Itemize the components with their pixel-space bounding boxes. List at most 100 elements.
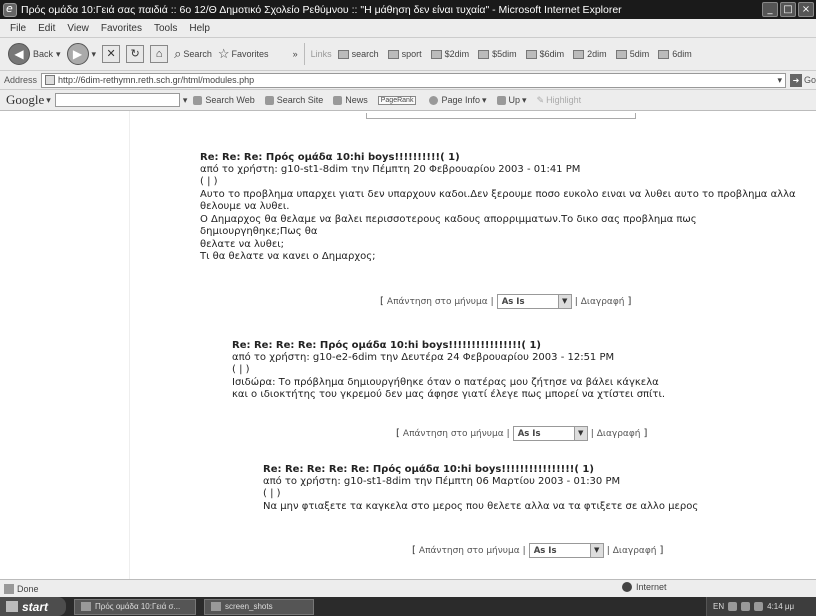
display-mode-select[interactable]: As Is ▼: [496, 294, 572, 309]
search-button[interactable]: ⌕ Search: [174, 46, 212, 62]
address-bar: Address http://6dim-rethymn.reth.sch.gr/…: [0, 71, 816, 90]
globe-icon: [622, 582, 632, 592]
address-input[interactable]: http://6dim-rethymn.reth.sch.gr/html/mod…: [41, 72, 786, 88]
link-2dim-dollar[interactable]: $2dim: [430, 49, 469, 59]
google-search-input[interactable]: [54, 93, 180, 107]
select-value: As Is: [517, 428, 541, 439]
previous-actions-row-cut: [366, 113, 636, 119]
link-5dim-dollar[interactable]: $5dim: [478, 49, 517, 59]
links-label: Links: [310, 49, 332, 59]
up-folder-icon: [496, 95, 506, 105]
home-button[interactable]: ⌂: [150, 45, 169, 63]
highlight-button[interactable]: ✎ Highlight: [537, 95, 582, 106]
task-label: screen_shots: [225, 602, 273, 611]
start-button[interactable]: start: [0, 597, 66, 616]
up-label: Up: [508, 95, 521, 105]
back-arrow-icon: ◀: [8, 43, 30, 65]
delete-link[interactable]: Διαγραφή: [613, 546, 657, 556]
separator: |: [522, 545, 526, 556]
tray-icon[interactable]: [741, 602, 751, 611]
address-dropdown-icon[interactable]: ▾: [777, 75, 782, 86]
back-dropdown-icon[interactable]: ▾: [56, 49, 61, 60]
folder-icon: [337, 49, 349, 59]
link-2dim[interactable]: 2dim: [573, 49, 607, 59]
tray-icon[interactable]: [728, 602, 738, 611]
forward-button[interactable]: ▶ ▾: [66, 43, 97, 65]
post-pipe: ( | ): [200, 176, 218, 187]
display-mode-select[interactable]: As Is ▼: [512, 426, 588, 441]
body-line: Ο Δημαρχος θα θελαμε να βαλει περισσοτερ…: [200, 213, 697, 238]
menu-edit[interactable]: Edit: [38, 23, 55, 34]
menu-favorites[interactable]: Favorites: [101, 23, 142, 34]
zone-label: Internet: [636, 582, 667, 592]
body-line: Ισιδώρα: Το πρόβλημα δημιουργήθηκε όταν …: [232, 377, 659, 388]
separator: |: [606, 545, 610, 556]
body-line: Τι θα θελατε να κανει ο Δημαρχος;: [200, 251, 376, 263]
post-subject[interactable]: Re: Re: Re: Re: Πρός ομάδα 10:hi boys!!!…: [232, 340, 792, 352]
link-6dim[interactable]: 6dim: [658, 49, 692, 59]
link-sport[interactable]: sport: [387, 49, 422, 59]
chevron-down-icon: ▼: [573, 427, 587, 440]
minimize-button[interactable]: _: [762, 2, 778, 17]
highlighter-icon: ✎: [536, 94, 545, 105]
taskbar-item-ie[interactable]: Πρός ομάδα 10:Γειά σ...: [74, 598, 196, 615]
separator: |: [590, 428, 594, 439]
go-button[interactable]: ➜ Go: [790, 73, 816, 87]
google-logo-dropdown-icon[interactable]: ▾: [46, 95, 51, 106]
link-5dim[interactable]: 5dim: [615, 49, 650, 59]
favorites-button[interactable]: ☆ Favorites: [218, 46, 269, 62]
post-body: Να μην φτιαξετε τα καγκελα στο μερος που…: [263, 501, 783, 513]
post-3-actions: [ Απάντηση στο μήνυμα | As Is ▼ | Διαγραφ…: [412, 543, 663, 558]
menu-tools[interactable]: Tools: [154, 23, 177, 34]
google-toolbar: Google ▾ ▾ Search Web Search Site News P…: [0, 90, 816, 111]
standard-toolbar: ◀ Back ▾ ▶ ▾ ✕ ↻ ⌂ ⌕ Search ☆ Favorites …: [0, 38, 816, 71]
select-value: As Is: [533, 545, 557, 556]
post-meta: από το χρήστη: g10-e2-6dim την Δευτέρα 2…: [232, 352, 615, 363]
link-label: 5dim: [629, 49, 650, 59]
page-icon: [573, 49, 585, 59]
maximize-button[interactable]: □: [780, 2, 796, 17]
google-logo[interactable]: Google: [6, 92, 44, 108]
post-pipe: ( | ): [263, 488, 281, 499]
post-subject[interactable]: Re: Re: Re: Re: Re: Πρός ομάδα 10:hi boy…: [263, 464, 783, 476]
search-site-button[interactable]: Search Site: [264, 95, 323, 105]
news-icon: [333, 95, 343, 105]
back-button[interactable]: ◀ Back ▾: [8, 43, 61, 65]
search-web-button[interactable]: Search Web: [193, 95, 255, 105]
page-info-button[interactable]: Page Info ▾: [429, 95, 487, 106]
page-icon: [658, 49, 670, 59]
stop-button[interactable]: ✕: [102, 45, 121, 63]
google-search-dropdown-icon[interactable]: ▾: [183, 95, 188, 106]
close-bracket: ]: [659, 545, 664, 556]
link-search[interactable]: search: [337, 49, 379, 59]
link-6dim-dollar[interactable]: $6dim: [525, 49, 564, 59]
display-mode-select[interactable]: As Is ▼: [528, 543, 604, 558]
up-button[interactable]: Up ▾: [496, 95, 527, 106]
menu-view[interactable]: View: [67, 23, 89, 34]
delete-link[interactable]: Διαγραφή: [597, 429, 641, 439]
reply-link[interactable]: Απάντηση στο μήνυμα: [387, 297, 488, 307]
news-button[interactable]: News: [333, 95, 368, 105]
post-subject[interactable]: Re: Re: Re: Πρός ομάδα 10:hi boys!!!!!!!…: [200, 152, 800, 164]
taskbar-item-folder[interactable]: screen_shots: [204, 598, 314, 615]
title-bar: Πρός ομάδα 10:Γειά σας παιδιά :: 6ο 12/Θ…: [0, 0, 816, 19]
close-button[interactable]: ×: [798, 2, 814, 17]
toolbar-divider: [303, 43, 305, 65]
pagerank-indicator: PageRank: [377, 95, 420, 105]
reply-link[interactable]: Απάντηση στο μήνυμα: [419, 546, 520, 556]
body-line: θελουμε να λυθει.: [200, 201, 290, 213]
page-done-icon: [4, 583, 14, 594]
delete-link[interactable]: Διαγραφή: [581, 297, 625, 307]
forward-dropdown-icon[interactable]: ▾: [92, 49, 97, 60]
refresh-button[interactable]: ↻: [126, 45, 145, 63]
page-icon: [525, 49, 537, 59]
menu-help[interactable]: Help: [189, 23, 210, 34]
menu-bar: File Edit View Favorites Tools Help: [0, 19, 816, 38]
menu-file[interactable]: File: [10, 23, 26, 34]
reply-link[interactable]: Απάντηση στο μήνυμα: [403, 429, 504, 439]
windows-flag-icon: [6, 601, 18, 612]
tray-icon[interactable]: [754, 602, 764, 611]
toolbar-chevron[interactable]: »: [293, 49, 298, 59]
post-body: Αυτο το προβλημα υπαρχει γιατι δεν υπαρχ…: [200, 189, 800, 263]
language-indicator[interactable]: EN: [713, 602, 724, 611]
